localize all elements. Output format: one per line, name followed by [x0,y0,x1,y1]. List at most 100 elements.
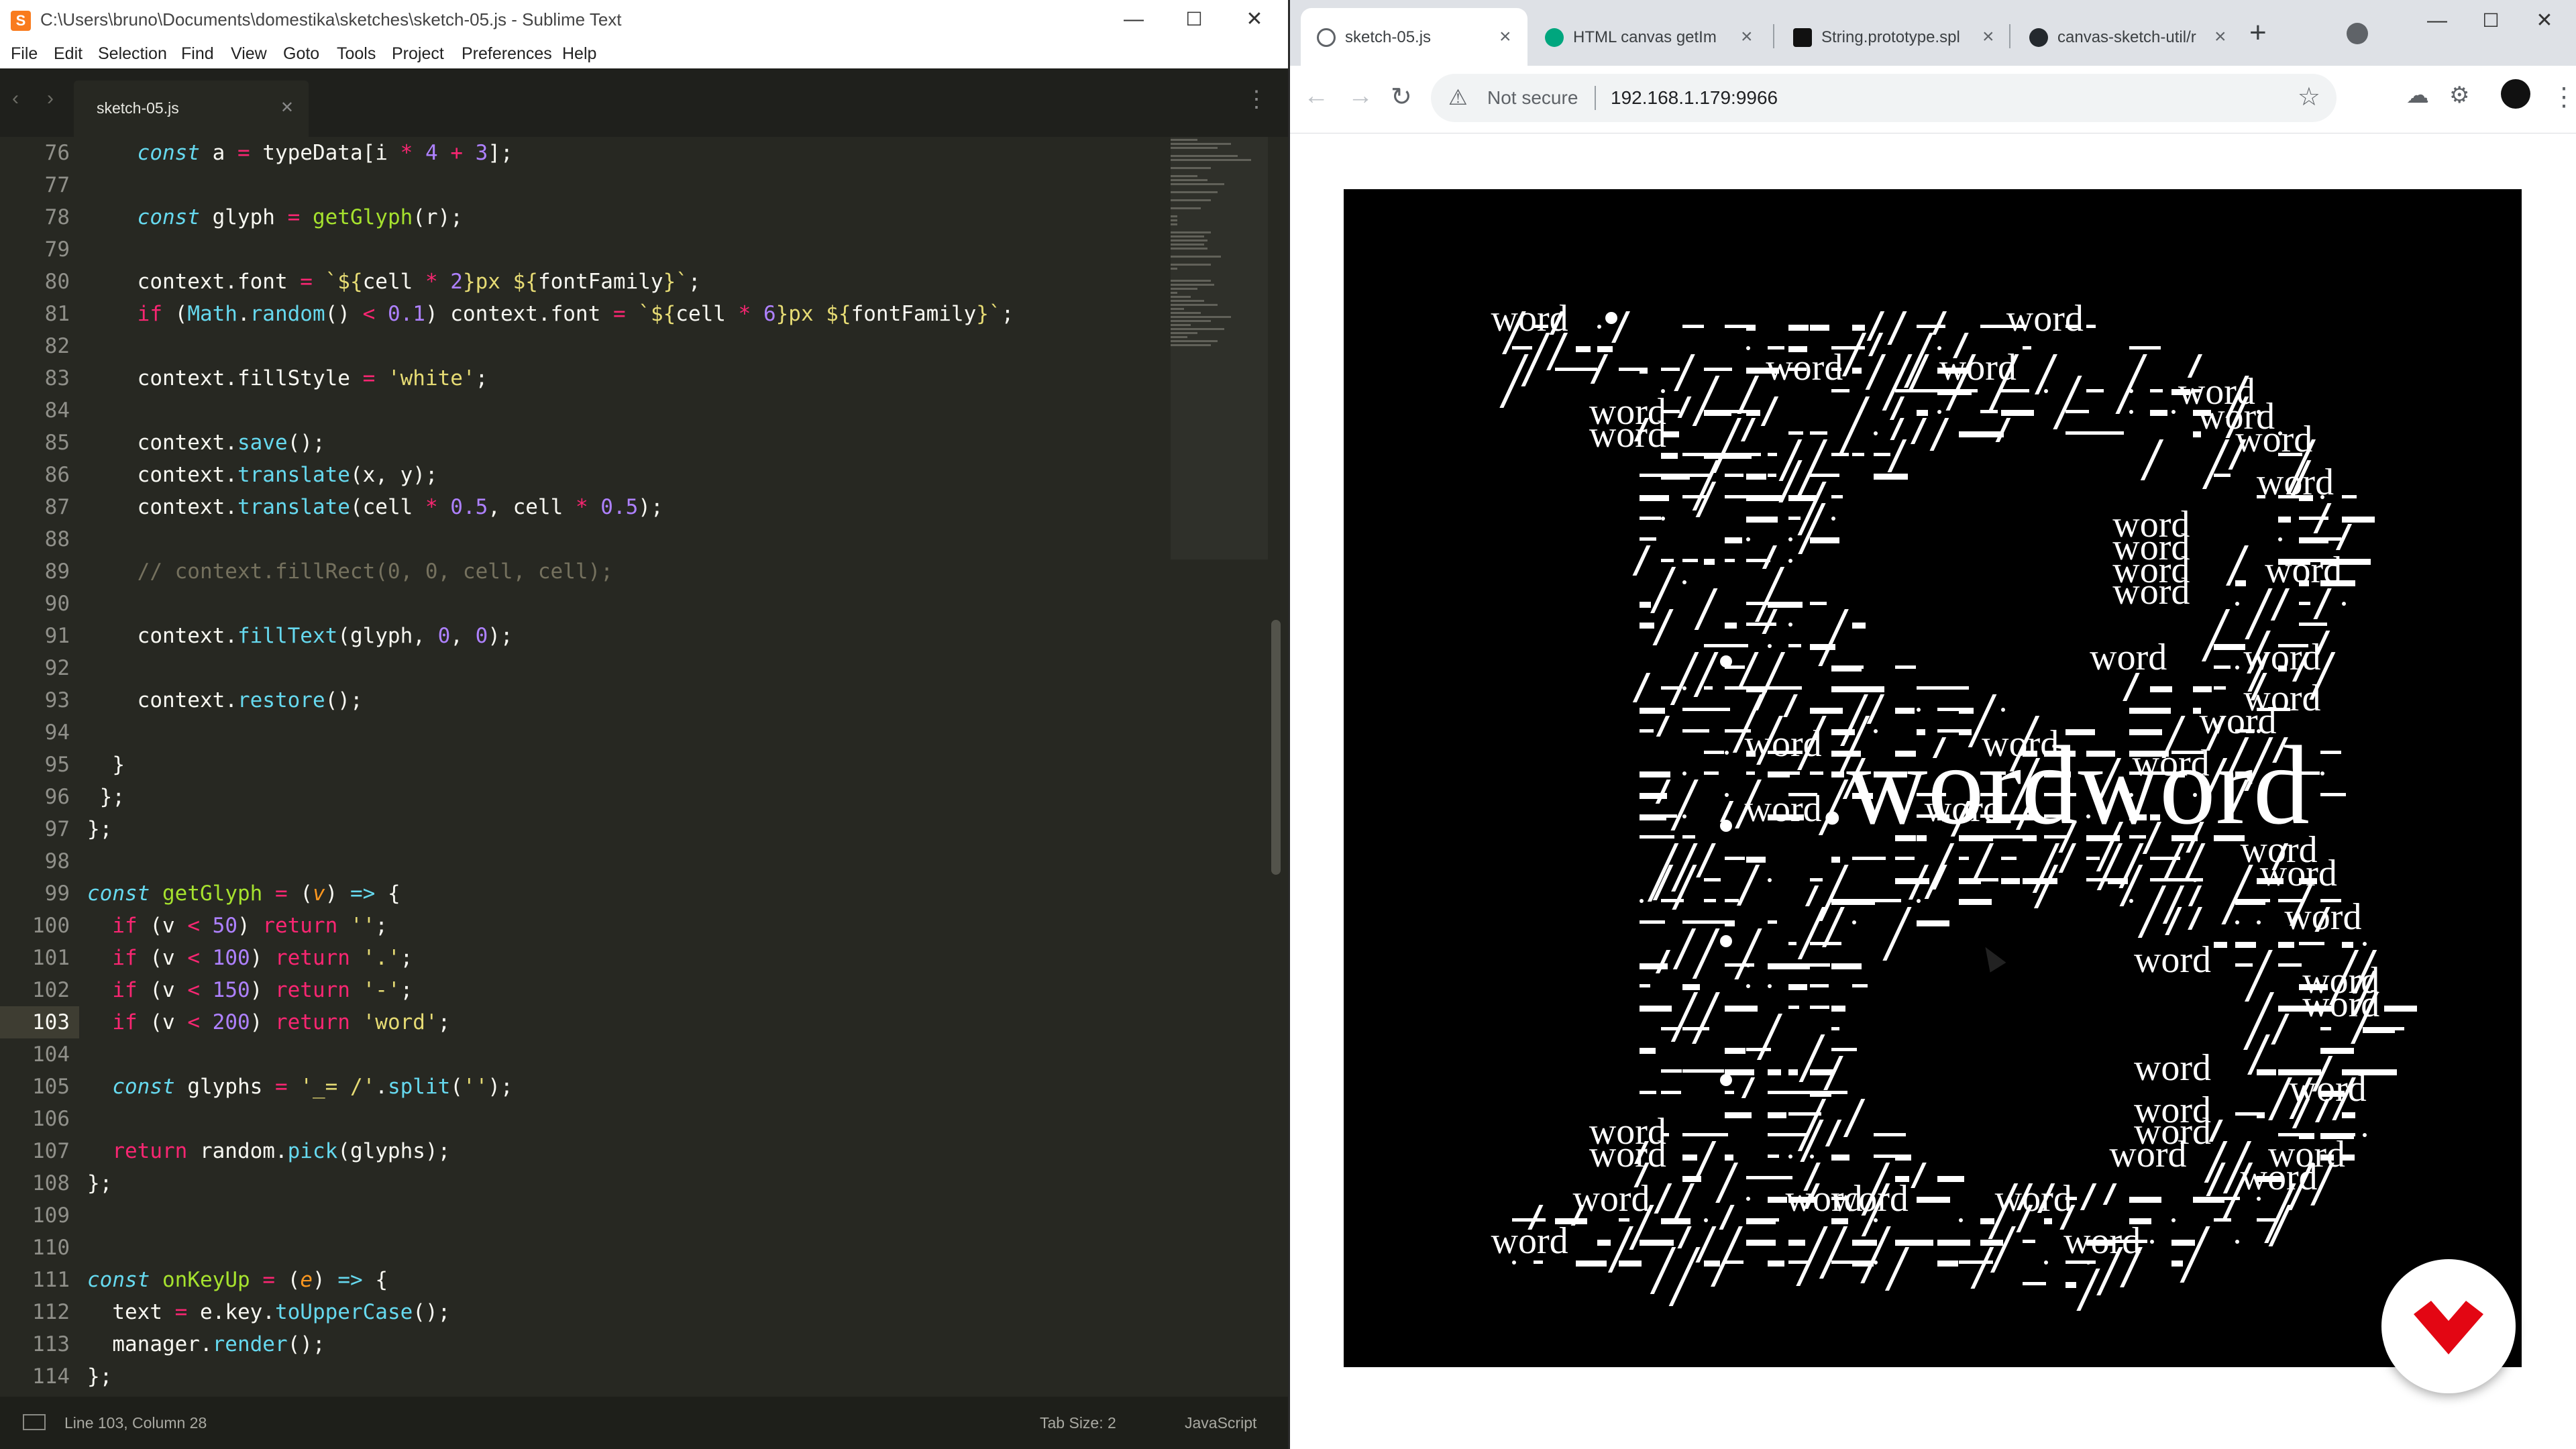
not-secure-label[interactable]: Not secure [1487,87,1578,109]
glyph-dot-large [1719,655,1732,667]
line-number: 105 [32,1075,70,1099]
code-line[interactable]: 83 context.fillStyle = 'white'; [0,362,1167,394]
glyph-dash [1703,750,1725,754]
minimize-icon[interactable]: — [1114,4,1154,35]
bookmark-star-icon[interactable]: ☆ [2298,82,2320,112]
code-line[interactable]: 97}; [0,813,1167,845]
code-line[interactable]: 89 // context.fillRect(0, 0, cell, cell)… [0,555,1167,588]
minimap[interactable] [1171,137,1265,566]
tab-close-icon[interactable]: × [1499,25,1511,48]
code-line[interactable]: 109 [0,1199,1167,1232]
code-line[interactable]: 102 if (v < 150) return '-'; [0,974,1167,1006]
code-line[interactable]: 104 [0,1038,1167,1071]
code-line[interactable]: 105 const glyphs = '_= /'.split(''); [0,1071,1167,1103]
close-icon[interactable]: ✕ [1234,4,1275,35]
tab-sketch-05[interactable]: sketch-05.js ✕ [74,80,309,137]
tab-search-icon[interactable] [2347,23,2368,44]
cloud-icon[interactable]: ☁ [2406,82,2429,109]
glyph-dash [1788,941,1797,945]
menu-goto[interactable]: Goto [283,44,319,64]
sketch-canvas[interactable]: word word word word word word word word word word… [1344,189,2522,1367]
code-line[interactable]: 90 [0,588,1167,620]
code-line[interactable]: 93 context.restore(); [0,684,1167,716]
glyph-dash [2171,877,2204,881]
code-line[interactable]: 96 }; [0,781,1167,813]
code-line[interactable]: 112 text = e.key.toUpperCase(); [0,1296,1167,1328]
code-line[interactable]: 88 [0,523,1167,555]
code-line[interactable]: 100 if (v < 50) return ''; [0,910,1167,942]
code-line[interactable]: 92 [0,652,1167,684]
browser-tab-html-canvas[interactable]: HTML canvas getIm × [1529,8,1768,66]
code-line[interactable]: 107 return random.pick(glyphs); [0,1135,1167,1167]
menu-file[interactable]: File [11,44,38,64]
code-line[interactable]: 114}; [0,1360,1167,1393]
profile-avatar[interactable] [2501,79,2530,109]
menu-edit[interactable]: Edit [54,44,83,64]
code-line[interactable]: 113 manager.render(); [0,1328,1167,1360]
code-line[interactable]: 98 [0,845,1167,877]
code-line[interactable]: 85 context.save(); [0,427,1167,459]
tab-close-icon[interactable]: ✕ [280,98,294,117]
glyph-dash [1640,601,1652,608]
code-line[interactable]: 82 [0,330,1167,362]
menu-selection[interactable]: Selection [98,44,167,64]
maximize-icon[interactable]: ☐ [2471,5,2511,36]
browser-tab-canvas-sketch-util[interactable]: canvas-sketch-util/r × [2013,8,2245,66]
reload-icon[interactable]: ↻ [1391,82,1412,112]
panel-toggle-icon[interactable] [23,1414,46,1430]
menu-preferences[interactable]: Preferences [462,44,552,64]
code-line[interactable]: 99 const getGlyph = (v) => { [0,877,1167,910]
glyph-slash [2187,907,2202,930]
code-line[interactable]: 84 [0,394,1167,427]
code-line[interactable]: 78 const glyph = getGlyph(r); [0,201,1167,233]
new-tab-icon[interactable]: + [2249,16,2267,50]
code-line[interactable]: 106 [0,1103,1167,1135]
menu-find[interactable]: Find [181,44,214,64]
code-line[interactable]: 91 context.fillText(glyph, 0, 0); [0,620,1167,652]
code-line[interactable]: 80 context.font = `${cell * 2}px ${fontF… [0,266,1167,298]
minimap-line [1171,147,1218,149]
tab-close-icon[interactable]: × [2214,25,2226,48]
glyph-dash [1788,963,1811,969]
chevron-right-icon[interactable]: › [47,87,54,110]
maximize-icon[interactable]: ☐ [1174,4,1214,35]
domestika-badge[interactable] [2381,1259,2516,1393]
code-editor[interactable]: 76 const a = typeData[i * 4 + 3]; 77 78 co… [0,137,1288,1397]
browser-tab-sketch[interactable]: sketch-05.js × [1301,8,1527,66]
tab-close-icon[interactable]: × [1741,25,1753,48]
extensions-icon[interactable]: ⚙ [2449,82,2469,109]
url-text[interactable]: 192.168.1.179:9966 [1611,87,1778,109]
menu-project[interactable]: Project [392,44,444,64]
code-line[interactable]: 108}; [0,1167,1167,1199]
forward-icon[interactable]: → [1348,82,1373,111]
code-line[interactable]: 77 [0,169,1167,201]
menu-help[interactable]: Help [562,44,596,64]
code-line[interactable]: 111 const onKeyUp = (e) => { [0,1264,1167,1296]
code-line[interactable]: 79 [0,233,1167,266]
code-line[interactable]: 86 context.translate(x, y); [0,459,1167,491]
more-options-icon[interactable]: ⋮ [1245,86,1268,113]
code-line[interactable]: 95 } [0,749,1167,781]
close-icon[interactable]: ✕ [2524,5,2565,36]
tab-bar: sketch-05.js ✕ [0,68,1288,137]
code-line[interactable]: 101 if (v < 100) return '.'; [0,942,1167,974]
back-icon[interactable]: ← [1303,82,1329,111]
code-line[interactable]: 94 [0,716,1167,749]
chevron-left-icon[interactable]: ‹ [12,87,19,110]
code-line[interactable]: 81 if (Math.random() < 0.1) context.font… [0,298,1167,330]
syntax-selector[interactable]: JavaScript [1185,1414,1256,1432]
menu-tools[interactable]: Tools [337,44,376,64]
code-line[interactable]: 76 const a = typeData[i * 4 + 3]; [0,137,1167,169]
menu-view[interactable]: View [231,44,267,64]
tab-size-selector[interactable]: Tab Size: 2 [1040,1414,1116,1432]
editor-scrollbar[interactable] [1271,620,1281,875]
code-line[interactable]: 87 context.translate(cell * 0.5, cell * … [0,491,1167,523]
address-bar[interactable]: ⚠ Not secure 192.168.1.179:9966 ☆ [1431,74,2337,122]
minimize-icon[interactable]: — [2417,5,2457,36]
browser-tab-string-split[interactable]: String.prototype.spl × [1777,8,2009,66]
tab-close-icon[interactable]: × [1982,25,1994,48]
warning-icon[interactable]: ⚠ [1448,85,1468,110]
code-line[interactable]: 103 if (v < 200) return 'word'; [0,1006,1167,1038]
more-options-icon[interactable]: ⋮ [2551,82,2576,112]
code-line[interactable]: 110 [0,1232,1167,1264]
